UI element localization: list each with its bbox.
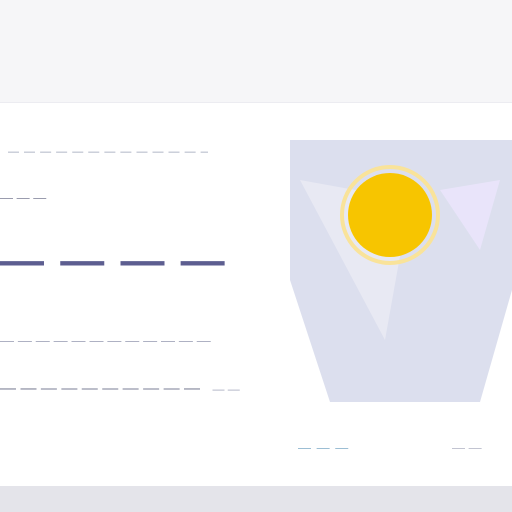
details-link[interactable]: — — — [298, 440, 349, 455]
sun-icon [290, 140, 512, 402]
weather-page: — — — — — — — — — — — — — — — — — — — — … [0, 0, 512, 512]
weather-details-units: — — [212, 382, 240, 396]
top-band [0, 0, 512, 102]
breadcrumb: — — — — — — — — — — — — — — [8, 146, 208, 158]
weather-illustration [290, 140, 512, 402]
sun-disc [348, 173, 432, 257]
footer-extra-text: — — [452, 440, 482, 455]
current-temperature: — — — — [0, 236, 227, 285]
weather-details-row: — — — — — — — — — — — — [0, 380, 240, 398]
feels-like-text: — — — — — — — — — — — — [0, 332, 211, 348]
bottom-strip [0, 486, 512, 512]
weather-details-text: — — — — — — — — — — [0, 380, 201, 397]
weather-condition-label: — — — [0, 190, 47, 205]
